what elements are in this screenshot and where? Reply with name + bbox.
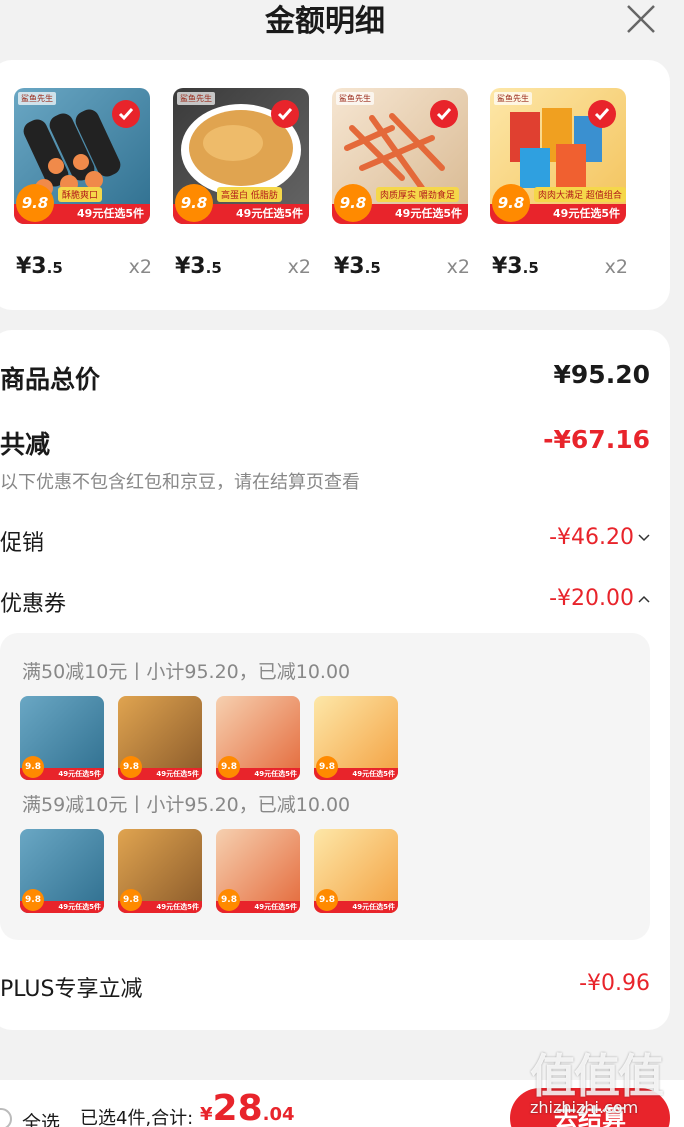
promo-value-wrap[interactable]: -¥46.20 [549,525,650,550]
coupon-product-thumb: 49元任选5件 9.8 [118,829,202,913]
product-price: ¥3.5 [175,254,222,279]
plus-value: -¥0.96 [579,971,650,996]
check-icon[interactable] [271,100,299,128]
product-quantity: x2 [446,256,470,278]
check-icon[interactable] [588,100,616,128]
brand-label: 鲨鱼先生 [177,92,215,105]
brand-label: 鲨鱼先生 [494,92,532,105]
promo-value: -¥46.20 [549,525,634,550]
discount-value: -¥67.16 [543,425,650,454]
product-item[interactable]: 鲨鱼先生 酥脆爽口 49元任选5件 9.8 ¥3.5 x2 [14,88,152,279]
brand-label: 鲨鱼先生 [18,92,56,105]
product-quantity: x2 [287,256,311,278]
chevron-down-icon [638,534,650,542]
promo-label: 促销 [0,531,45,556]
product-price: ¥3.5 [16,254,63,279]
coupon-value-wrap[interactable]: -¥20.00 [549,586,650,611]
product-price: ¥3.5 [492,254,539,279]
checkout-bar: 全选 已选4件,合计: ¥28.04 去结算 [0,1080,684,1127]
product-image: 鲨鱼先生 肉质厚实 嚼劲食足 49元任选5件 9.8 [332,88,468,224]
select-all-label[interactable]: 全选 [22,1108,60,1127]
price-tag: 9.8 [16,184,54,222]
product-image: 鲨鱼先生 高蛋白 低脂肪 49元任选5件 9.8 [173,88,309,224]
price-tag: 9.8 [334,184,372,222]
coupon-product-thumb: 49元任选5件 9.8 [216,829,300,913]
product-tagline: 酥脆爽口 [58,187,103,202]
summary-card: 商品总价 ¥95.20 共减 -¥67.16 以下优惠不包含红包和京豆，请在结算… [0,330,670,1030]
plus-label: PLUS专享立减 [0,977,143,1002]
selected-summary: 已选4件,合计: [80,1108,194,1127]
page-title: 金额明细 [265,4,385,39]
chevron-up-icon [638,595,650,603]
discount-note: 以下优惠不包含红包和京豆，请在结算页查看 [0,472,360,493]
select-all-radio[interactable] [0,1108,12,1127]
total-amount: ¥28.04 [200,1088,295,1127]
product-item[interactable]: 鲨鱼先生 高蛋白 低脂肪 49元任选5件 9.8 ¥3.5 x2 [173,88,311,279]
product-tagline: 肉质厚实 嚼劲食足 [376,187,459,202]
product-quantity: x2 [604,256,628,278]
coupon-product-thumb: 49元任选5件 9.8 [20,696,104,780]
product-tagline: 高蛋白 低脂肪 [217,187,282,202]
product-image: 鲨鱼先生 肉肉大满足 超值组合 49元任选5件 9.8 [490,88,626,224]
products-card: 鲨鱼先生 酥脆爽口 49元任选5件 9.8 ¥3.5 x2 鲨鱼先生 高蛋白 低… [0,60,670,310]
coupon-rule: 满50减10元丨小计95.20，已减10.00 [22,661,351,683]
close-icon[interactable] [624,2,658,36]
product-price: ¥3.5 [334,254,381,279]
header: 金额明细 [0,0,684,40]
coupon-product-thumb: 49元任选5件 9.8 [314,696,398,780]
checkout-button[interactable]: 去结算 [510,1088,670,1127]
coupon-product-thumb: 49元任选5件 9.8 [118,696,202,780]
check-icon[interactable] [430,100,458,128]
coupon-detail-box: 满50减10元丨小计95.20，已减10.00 49元任选5件 9.8 49元任选… [0,633,650,940]
product-tagline: 肉肉大满足 超值组合 [534,187,626,202]
coupon-product-thumb: 49元任选5件 9.8 [216,696,300,780]
coupon-value: -¥20.00 [549,586,634,611]
product-item[interactable]: 鲨鱼先生 肉质厚实 嚼劲食足 49元任选5件 9.8 ¥3.5 x2 [332,88,470,279]
product-quantity: x2 [128,256,152,278]
price-tag: 9.8 [492,184,530,222]
coupon-product-thumb: 49元任选5件 9.8 [314,829,398,913]
total-label: 商品总价 [0,365,101,394]
brand-label: 鲨鱼先生 [336,92,374,105]
product-item[interactable]: 鲨鱼先生 肉肉大满足 超值组合 49元任选5件 9.8 ¥3.5 x2 [490,88,628,279]
check-icon[interactable] [112,100,140,128]
total-value: ¥95.20 [553,360,650,389]
price-tag: 9.8 [175,184,213,222]
coupon-rule: 满59减10元丨小计95.20，已减10.00 [22,794,351,816]
product-image: 鲨鱼先生 酥脆爽口 49元任选5件 9.8 [14,88,150,224]
coupon-product-thumb: 49元任选5件 9.8 [20,829,104,913]
discount-label: 共减 [0,430,51,459]
coupon-label: 优惠券 [0,592,67,617]
